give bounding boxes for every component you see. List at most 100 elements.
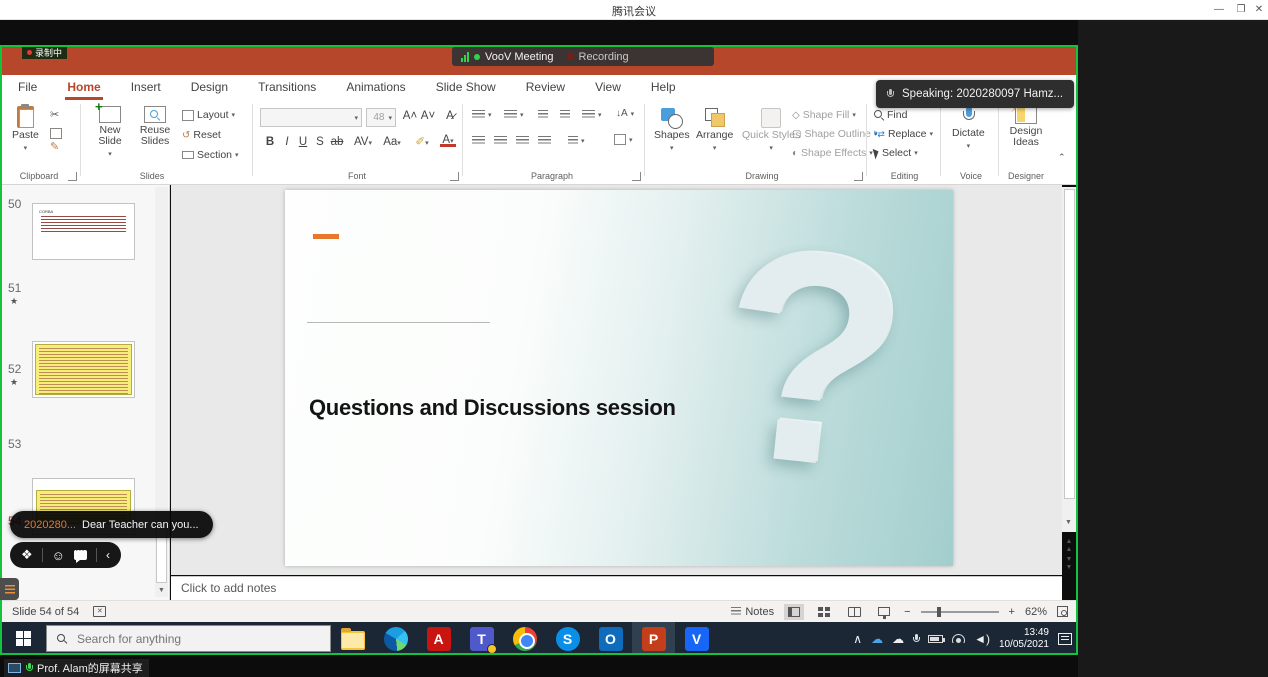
layout-button[interactable]: Layout▾	[182, 109, 235, 121]
slide-thumbnail-51[interactable]	[32, 341, 135, 398]
taskbar-voov[interactable]: V	[675, 622, 718, 655]
tab-insert[interactable]: Insert	[129, 76, 163, 100]
replace-button[interactable]: ᵇ⇄Replace▾	[874, 128, 933, 140]
find-button[interactable]: Find	[874, 109, 907, 121]
shadow-button[interactable]: S	[312, 134, 328, 150]
apps-icon[interactable]: ❖	[21, 547, 33, 563]
tab-home[interactable]: Home	[65, 76, 102, 100]
slide-sorter-view-button[interactable]	[814, 604, 834, 620]
select-button[interactable]: Select▾	[874, 147, 918, 159]
slideshow-view-button[interactable]	[874, 604, 894, 620]
shape-outline-button[interactable]: ▢Shape Outline▾	[792, 128, 878, 140]
notes-placeholder[interactable]: Click to add notes	[181, 581, 276, 595]
format-painter-button[interactable]: ✎	[50, 140, 59, 153]
reset-button[interactable]: ↺Reset	[182, 129, 221, 141]
strikethrough-button[interactable]: ab	[329, 134, 345, 150]
taskbar-chrome[interactable]	[503, 622, 546, 655]
reuse-slides-button[interactable]: Reuse Slides	[134, 106, 176, 147]
cloud-icon[interactable]: ☁	[892, 632, 904, 646]
font-name-combo[interactable]: ▾	[260, 108, 362, 127]
spell-check-icon[interactable]: ✕	[93, 606, 106, 617]
tab-animations[interactable]: Animations	[344, 76, 407, 100]
slide-canvas[interactable]: Questions and Discussions session ?	[285, 190, 953, 566]
collapse-ribbon-button[interactable]: ⌃	[1058, 152, 1066, 163]
new-slide-button[interactable]: + New Slide▾	[90, 106, 130, 160]
notes-pane[interactable]	[171, 576, 1062, 600]
battery-icon[interactable]	[928, 635, 943, 643]
align-center-button[interactable]	[494, 136, 507, 145]
start-button[interactable]	[0, 622, 46, 655]
align-right-button[interactable]	[516, 136, 529, 145]
paragraph-dialog-launcher[interactable]	[632, 172, 641, 181]
taskbar-acrobat[interactable]: A	[417, 622, 460, 655]
font-color-button[interactable]: A▾	[440, 134, 456, 147]
paste-button[interactable]: Paste▾	[12, 106, 39, 154]
collapse-left-icon[interactable]: ‹	[106, 548, 110, 562]
taskbar-file-explorer[interactable]	[331, 622, 374, 655]
decrease-indent-button[interactable]	[538, 110, 548, 119]
action-center-icon[interactable]	[1058, 633, 1072, 645]
clear-formatting-button[interactable]: A̷	[442, 108, 458, 124]
tab-transitions[interactable]: Transitions	[256, 76, 318, 100]
align-left-button[interactable]	[472, 136, 485, 145]
voov-close-button[interactable]: ✕	[1252, 4, 1266, 16]
zoom-in-button[interactable]: +	[1009, 606, 1015, 618]
normal-view-button[interactable]	[784, 604, 804, 620]
bold-button[interactable]: B	[262, 134, 278, 150]
text-direction-button[interactable]: ↓A▾	[616, 108, 634, 119]
taskbar-teams[interactable]: T	[460, 622, 503, 655]
zoom-level[interactable]: 62%	[1025, 606, 1047, 618]
zoom-slider-thumb[interactable]	[937, 607, 941, 617]
character-spacing-button[interactable]: AV▾	[351, 134, 375, 150]
taskbar-search-input[interactable]	[75, 631, 295, 647]
chat-icon[interactable]	[74, 550, 87, 560]
drawing-dialog-launcher[interactable]	[854, 172, 863, 181]
clipboard-dialog-launcher[interactable]	[68, 172, 77, 181]
dictate-button[interactable]: Dictate▾	[952, 106, 985, 152]
section-button[interactable]: Section▾	[182, 149, 239, 161]
arrange-button[interactable]: Arrange▾	[696, 108, 733, 154]
shapes-button[interactable]: Shapes▾	[654, 108, 690, 154]
tab-view[interactable]: View	[593, 76, 623, 100]
justify-button[interactable]	[538, 136, 551, 145]
next-slide-button[interactable]: ▼▼	[1062, 556, 1076, 572]
highlight-color-button[interactable]: ✐▾	[414, 134, 430, 150]
zoom-slider[interactable]	[921, 611, 999, 613]
shape-effects-button[interactable]: ◐Shape Effects▾	[792, 147, 873, 159]
underline-button[interactable]: U	[295, 134, 311, 150]
emoji-icon[interactable]: ☺	[52, 548, 65, 563]
font-dialog-launcher[interactable]	[450, 172, 459, 181]
editor-scrollbar[interactable]: ▼	[1062, 187, 1076, 532]
tab-help[interactable]: Help	[649, 76, 678, 100]
voov-minimize-button[interactable]: —	[1212, 4, 1226, 16]
tray-expand-icon[interactable]: ∧	[853, 632, 862, 646]
italic-button[interactable]: I	[279, 134, 295, 150]
columns-button[interactable]: ▾	[568, 136, 585, 145]
taskbar-skype[interactable]: S	[546, 622, 589, 655]
taskbar-outlook[interactable]: O	[589, 622, 632, 655]
increase-indent-button[interactable]	[560, 110, 570, 119]
scrollbar-thumb[interactable]	[1064, 189, 1075, 499]
taskbar-edge[interactable]	[374, 622, 417, 655]
line-spacing-button[interactable]: ▾	[582, 110, 602, 119]
tab-file[interactable]: File	[16, 76, 39, 100]
taskbar-clock[interactable]: 13:49 10/05/2021	[999, 627, 1049, 651]
shape-fill-button[interactable]: ◇Shape Fill▾	[792, 109, 856, 121]
wifi-icon[interactable]	[952, 634, 965, 643]
bullets-button[interactable]: ▾	[472, 110, 492, 119]
previous-slide-button[interactable]: ▲▲	[1062, 538, 1076, 554]
scroll-down-arrow-icon[interactable]: ▼	[155, 585, 168, 597]
tray-microphone-icon[interactable]	[913, 634, 919, 644]
volume-icon[interactable]: ◄)	[974, 632, 990, 646]
zoom-out-button[interactable]: −	[904, 606, 910, 618]
smartart-button[interactable]: ▾	[614, 134, 633, 145]
chat-list-toggle[interactable]	[0, 578, 19, 600]
slide-thumbnail-50[interactable]: CORBA	[32, 203, 135, 260]
design-ideas-button[interactable]: Design Ideas	[1004, 106, 1048, 148]
voov-restore-button[interactable]: ❐	[1234, 4, 1248, 16]
reading-view-button[interactable]	[844, 604, 864, 620]
increase-font-button[interactable]: A˄	[402, 108, 418, 124]
onedrive-cloud-icon[interactable]: ☁	[871, 632, 883, 646]
change-case-button[interactable]: Aa▾	[380, 134, 404, 150]
decrease-font-button[interactable]: A˅	[420, 108, 436, 124]
